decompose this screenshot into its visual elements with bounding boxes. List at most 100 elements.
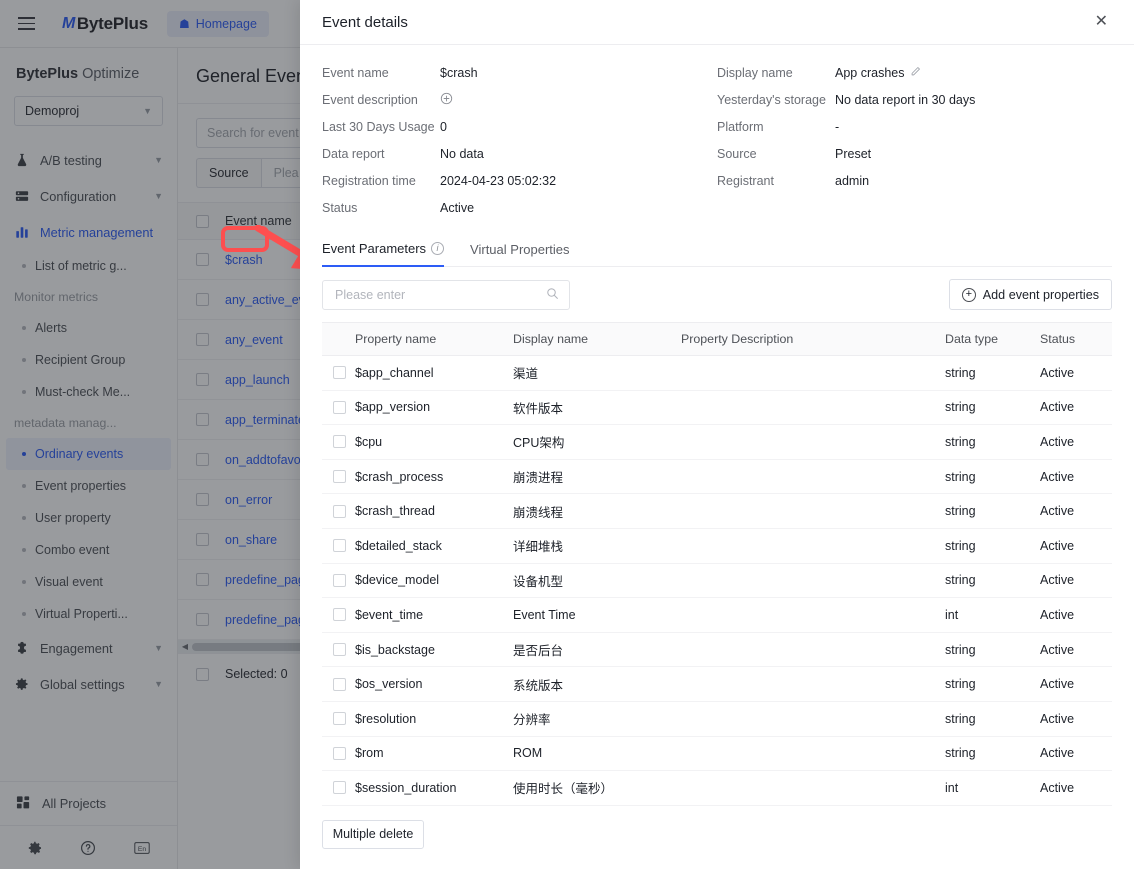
- cell-status: Active: [1040, 780, 1075, 795]
- cell-display-name: 系统版本: [513, 678, 564, 693]
- row-checkbox[interactable]: [333, 643, 346, 657]
- add-event-properties-button[interactable]: + Add event properties: [948, 279, 1112, 310]
- table-row[interactable]: $event_time Event Time int Active: [322, 598, 1112, 633]
- column-data-type: Data type: [945, 332, 999, 346]
- cell-data-type: string: [945, 365, 976, 380]
- cell-display-name: 软件版本: [513, 401, 564, 416]
- row-checkbox[interactable]: [333, 366, 346, 380]
- detail-row: Status Active: [322, 194, 717, 221]
- detail-value-text: 2024-04-23 05:02:32: [440, 173, 557, 188]
- tab-event-parameters[interactable]: Event Parameters i: [322, 233, 445, 267]
- cell-status: Active: [1040, 642, 1075, 657]
- table-row[interactable]: $session_duration 使用时长（毫秒） int Active: [322, 771, 1112, 806]
- cell-status: Active: [1040, 365, 1075, 380]
- row-checkbox-cell: [322, 539, 355, 553]
- multiple-delete-button[interactable]: Multiple delete: [322, 819, 424, 849]
- table-row[interactable]: $os_version 系统版本 string Active: [322, 667, 1112, 702]
- table-row[interactable]: $resolution 分辨率 string Active: [322, 702, 1112, 737]
- detail-value-text: $crash: [440, 65, 478, 80]
- detail-value-text: admin: [835, 173, 870, 188]
- detail-value: -: [835, 120, 839, 134]
- row-checkbox[interactable]: [333, 400, 346, 414]
- table-row[interactable]: $detailed_stack 详细堆栈 string Active: [322, 529, 1112, 564]
- cell-status: Active: [1040, 607, 1075, 622]
- table-row[interactable]: $app_version 软件版本 string Active: [322, 391, 1112, 426]
- table-row[interactable]: $is_backstage 是否后台 string Active: [322, 633, 1112, 668]
- detail-label: Registration time: [322, 173, 416, 188]
- modal-tabs: Event Parameters i Virtual Properties: [322, 233, 1112, 267]
- cell-display-name: 设备机型: [513, 574, 564, 589]
- detail-label: Data report: [322, 146, 385, 161]
- detail-value: No data: [440, 147, 484, 161]
- row-checkbox[interactable]: [333, 781, 346, 795]
- cell-data-type: string: [945, 711, 976, 726]
- table-row[interactable]: $crash_process 崩溃进程 string Active: [322, 460, 1112, 495]
- pencil-edit-icon[interactable]: [910, 66, 921, 80]
- row-checkbox[interactable]: [333, 470, 346, 484]
- column-property-description: Property Description: [681, 332, 794, 346]
- property-search-box[interactable]: [322, 279, 570, 310]
- detail-value-text: Preset: [835, 146, 872, 161]
- detail-label: Platform: [717, 119, 764, 134]
- detail-value-text: No data report in 30 days: [835, 92, 976, 107]
- cell-display-name: ROM: [513, 746, 543, 761]
- detail-label: Event name: [322, 65, 389, 80]
- row-checkbox[interactable]: [333, 746, 346, 760]
- detail-label: Registrant: [717, 173, 774, 188]
- cell-display-name: 渠道: [513, 367, 539, 382]
- cell-status: Active: [1040, 400, 1075, 415]
- detail-label: Last 30 Days Usage: [322, 119, 435, 134]
- row-checkbox[interactable]: [333, 539, 346, 553]
- table-row[interactable]: $app_channel 渠道 string Active: [322, 356, 1112, 391]
- cell-display-name: Event Time: [513, 607, 576, 622]
- row-checkbox-cell: [322, 781, 355, 795]
- row-checkbox[interactable]: [333, 608, 346, 622]
- add-event-properties-label: Add event properties: [982, 287, 1099, 302]
- detail-row: Display name App crashes: [717, 59, 1112, 86]
- detail-value: [440, 92, 453, 108]
- event-details-left-column: Event name $crash Event description Last 30…: [322, 59, 717, 221]
- cell-property-name: $os_version: [355, 677, 423, 692]
- info-circle-icon[interactable]: i: [431, 242, 445, 255]
- row-checkbox[interactable]: [333, 573, 346, 587]
- row-checkbox[interactable]: [333, 677, 346, 691]
- search-icon[interactable]: [546, 287, 559, 303]
- plus-circle-icon[interactable]: [440, 92, 453, 108]
- detail-value-text: -: [835, 119, 840, 134]
- detail-value-text: App crashes: [835, 65, 905, 80]
- table-row[interactable]: $device_model 设备机型 string Active: [322, 564, 1112, 599]
- row-checkbox[interactable]: [333, 504, 346, 518]
- property-search-input[interactable]: [333, 286, 523, 303]
- table-row[interactable]: $crash_thread 崩溃线程 string Active: [322, 494, 1112, 529]
- cell-status: Active: [1040, 677, 1075, 692]
- detail-value: Preset: [835, 147, 871, 161]
- cell-display-name: 崩溃进程: [513, 471, 564, 486]
- tab-label: Virtual Properties: [470, 241, 570, 257]
- cell-data-type: int: [945, 780, 959, 795]
- property-table-toolbar: + Add event properties: [322, 279, 1112, 310]
- tab-label: Event Parameters: [322, 241, 427, 256]
- detail-value-text: 0: [440, 119, 447, 134]
- detail-label: Source: [717, 146, 757, 161]
- tab-virtual-properties[interactable]: Virtual Properties: [470, 233, 569, 266]
- property-table: Property name Display name Property Desc…: [322, 322, 1112, 806]
- detail-row: Data report No data: [322, 140, 717, 167]
- cell-property-name: $crash_thread: [355, 504, 435, 519]
- detail-value: admin: [835, 174, 869, 188]
- cell-status: Active: [1040, 538, 1075, 553]
- cell-status: Active: [1040, 746, 1075, 761]
- detail-label: Display name: [717, 65, 793, 80]
- row-checkbox-cell: [322, 608, 355, 622]
- table-row[interactable]: $cpu CPU架构 string Active: [322, 425, 1112, 460]
- cell-property-name: $event_time: [355, 607, 424, 622]
- row-checkbox[interactable]: [333, 712, 346, 726]
- column-status: Status: [1040, 332, 1076, 346]
- detail-row: Platform -: [717, 113, 1112, 140]
- row-checkbox[interactable]: [333, 435, 346, 449]
- event-details-modal: Event details ✕ Event name $crash Event de…: [300, 0, 1134, 869]
- close-icon[interactable]: ✕: [1091, 10, 1112, 34]
- row-checkbox-cell: [322, 677, 355, 691]
- row-checkbox-cell: [322, 504, 355, 518]
- cell-data-type: string: [945, 504, 976, 519]
- table-row[interactable]: $rom ROM string Active: [322, 737, 1112, 772]
